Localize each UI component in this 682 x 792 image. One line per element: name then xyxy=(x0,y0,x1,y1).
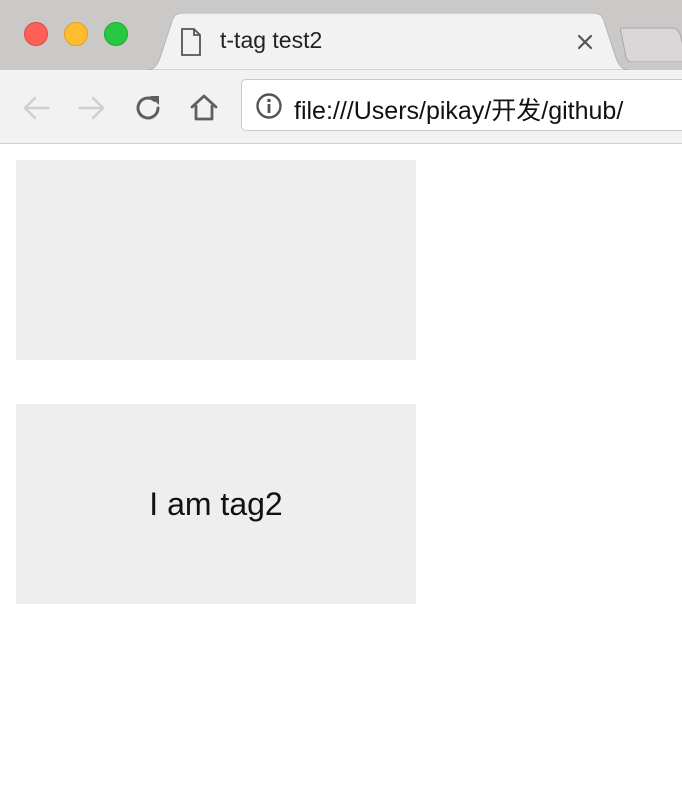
tab-strip: t-tag test2 xyxy=(0,0,682,70)
address-bar[interactable]: file:///Users/pikay/开发/github/ xyxy=(241,79,682,131)
reload-icon[interactable] xyxy=(132,92,164,124)
active-tab[interactable]: t-tag test2 xyxy=(146,13,630,70)
close-icon[interactable] xyxy=(574,31,596,53)
zoom-window-button[interactable] xyxy=(104,22,128,46)
tag-box-1 xyxy=(16,160,416,360)
arrow-right-icon[interactable] xyxy=(76,92,108,124)
arrow-left-icon[interactable] xyxy=(20,92,52,124)
new-tab-button[interactable] xyxy=(620,26,682,62)
minimize-window-button[interactable] xyxy=(64,22,88,46)
url-text[interactable]: file:///Users/pikay/开发/github/ xyxy=(294,91,623,127)
tag-box-2: I am tag2 xyxy=(16,404,416,604)
tag-text: I am tag2 xyxy=(149,485,283,522)
tab-shape xyxy=(146,13,630,70)
tab-title: t-tag test2 xyxy=(220,27,323,53)
info-icon[interactable] xyxy=(255,92,283,120)
page-icon xyxy=(181,28,201,56)
browser-toolbar: file:///Users/pikay/开发/github/ xyxy=(0,70,682,144)
home-icon[interactable] xyxy=(188,92,220,124)
close-window-button[interactable] xyxy=(24,22,48,46)
